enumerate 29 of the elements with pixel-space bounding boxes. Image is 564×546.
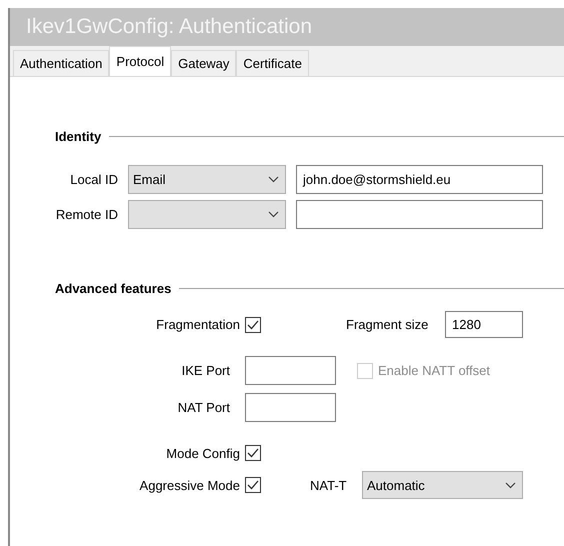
tab[interactable]: Authentication [13, 50, 110, 76]
field-label: Local ID [69, 172, 118, 187]
checkbox[interactable] [245, 316, 261, 332]
nat-port-field[interactable] [245, 393, 336, 422]
field-label: NAT Port [176, 400, 230, 415]
field-label: IKE Port [180, 363, 230, 378]
section-heading: Advanced features [55, 281, 172, 296]
id-input-field[interactable]: john.doe@stormshield.eu [296, 165, 543, 194]
field-label: NAT-T [310, 478, 348, 492]
chevron-icon [268, 211, 279, 218]
fragment-size-field[interactable]: 1280 [445, 311, 523, 338]
chevron-icon [505, 482, 516, 488]
tab[interactable]: Certificate [236, 50, 309, 76]
option-label: Aggressive Mode [138, 478, 240, 492]
chevron-icon [268, 176, 279, 183]
ike-port-field[interactable] [245, 356, 336, 385]
option-label: Fragmentation [155, 317, 240, 332]
id-input-field[interactable] [296, 200, 543, 229]
tab[interactable]: Protocol [109, 46, 172, 76]
checkbox[interactable] [245, 445, 261, 461]
field-label: Fragment size [346, 317, 430, 332]
field-label: Remote ID [54, 207, 118, 222]
option-label: Enable NATT offset [378, 363, 490, 378]
option-label: Mode Config [165, 446, 240, 460]
section-heading: Identity [55, 129, 102, 144]
checkbox[interactable] [245, 477, 261, 493]
id-type-dropdown[interactable]: Email [128, 165, 286, 194]
nat-t-dropdown[interactable]: Automatic [362, 471, 523, 499]
tab[interactable]: Gateway [171, 50, 236, 76]
